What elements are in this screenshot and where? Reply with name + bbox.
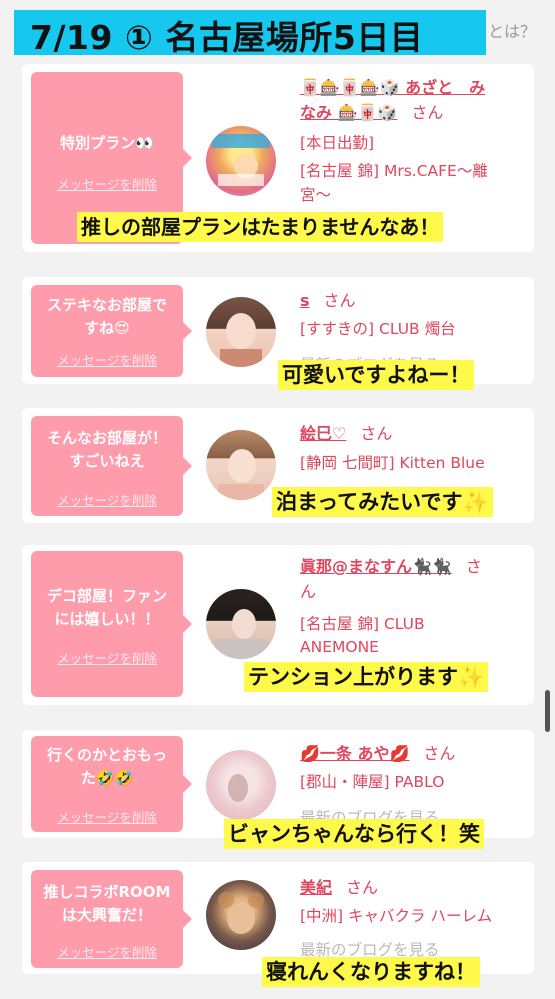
shop-name: [中洲] キャバクラ ハーレム bbox=[300, 907, 493, 925]
delete-message-link[interactable]: メッセージを削除 bbox=[31, 648, 183, 667]
bubble-text: には嬉しい！！ bbox=[54, 610, 160, 628]
honorific: さん bbox=[423, 744, 456, 763]
bubble-text: ステキなお部屋で bbox=[46, 296, 167, 314]
page-title: 7/19 ① 名古屋場所5日目 bbox=[30, 18, 424, 57]
scrollbar[interactable] bbox=[545, 690, 550, 732]
bubble-text: は大興奮だ！ bbox=[61, 906, 152, 924]
user-name-link[interactable]: 🀄🎰🀄🎰🎲 あざと み bbox=[300, 78, 485, 97]
user-name-link[interactable]: 眞那@まなすん🐈‍⬛🐈‍⬛ bbox=[300, 557, 452, 576]
message-bubble: 行くのかとおもっ た🤣🤣 メッセージを削除 bbox=[31, 736, 192, 832]
message-bubble: 推しコラボROOM は大興奮だ！ メッセージを削除 bbox=[31, 870, 192, 968]
avatar[interactable] bbox=[206, 750, 276, 820]
caption-overlay: ビャンちゃんなら行く！笑 bbox=[224, 819, 484, 849]
user-name[interactable]: s さん bbox=[300, 287, 356, 311]
bubble-text: そんなお部屋が！ bbox=[46, 429, 167, 447]
caption-overlay: 可愛いですよねー！ bbox=[278, 360, 475, 390]
user-name[interactable]: 💋一条 あや💋 さん bbox=[300, 740, 455, 764]
avatar-image bbox=[218, 892, 264, 934]
shop-name: [名古屋 錦] Mrs.CAFE〜離 bbox=[300, 162, 488, 180]
bubble-text: 推しコラボROOM bbox=[43, 883, 171, 901]
delete-message-link[interactable]: メッセージを削除 bbox=[31, 942, 183, 961]
shop-name: [すすきの] CLUB 燭台 bbox=[300, 320, 456, 338]
user-name-link[interactable]: 💋一条 あや💋 bbox=[300, 744, 409, 763]
bubble-text: すごいねえ bbox=[69, 452, 145, 470]
shop-name: 宮〜 bbox=[300, 186, 332, 204]
delete-message-link[interactable]: メッセージを削除 bbox=[31, 807, 183, 826]
shop-name: [郡山・陣屋] PABLO bbox=[300, 773, 445, 791]
avatar-image bbox=[212, 134, 270, 186]
avatar[interactable] bbox=[206, 430, 276, 500]
avatar-image bbox=[218, 449, 264, 500]
user-name[interactable]: なみ 🎰🀄🎲 さん bbox=[300, 99, 443, 123]
user-name[interactable]: 美紀 さん bbox=[300, 874, 378, 898]
user-name-link[interactable]: s bbox=[300, 291, 310, 310]
delete-message-link[interactable]: メッセージを削除 bbox=[31, 350, 183, 369]
avatar-image bbox=[220, 313, 262, 367]
shop-name: ANEMONE bbox=[300, 638, 379, 656]
delete-message-link[interactable]: メッセージを削除 bbox=[31, 490, 183, 509]
delete-message-link[interactable]: メッセージを削除 bbox=[31, 174, 183, 193]
avatar-image bbox=[214, 609, 268, 659]
message-bubble: そんなお部屋が！ すごいねえ メッセージを削除 bbox=[31, 416, 192, 516]
avatar[interactable] bbox=[206, 126, 276, 196]
user-name-link[interactable]: 絵巳♡ bbox=[300, 424, 346, 443]
honorific: さん bbox=[411, 103, 444, 122]
user-name[interactable]: 眞那@まなすん🐈‍⬛🐈‍⬛ さ bbox=[300, 553, 482, 577]
honorific: さ bbox=[465, 557, 482, 576]
bubble-text: 行くのかとおもっ bbox=[46, 746, 167, 764]
user-name-link[interactable]: なみ 🎰🀄🎲 bbox=[300, 103, 397, 122]
avatar[interactable] bbox=[206, 880, 276, 950]
work-status: [本日出勤] bbox=[300, 134, 375, 152]
caption-overlay: テンション上がります✨ bbox=[244, 662, 489, 692]
title-ghost-text: とは？ bbox=[488, 22, 537, 41]
bubble-text: デコ部屋！ファン bbox=[46, 587, 167, 605]
message-bubble: デコ部屋！ファン には嬉しい！！ メッセージを削除 bbox=[31, 551, 192, 697]
user-name-link[interactable]: 美紀 bbox=[300, 878, 332, 897]
honorific: さん bbox=[346, 878, 379, 897]
shop-name: [静岡 七間町] Kitten Blue bbox=[300, 454, 485, 472]
message-bubble: ステキなお部屋で すね😍 メッセージを削除 bbox=[31, 285, 192, 377]
caption-overlay: 泊まってみたいです✨ bbox=[272, 487, 493, 517]
bubble-text: た🤣🤣 bbox=[80, 769, 134, 787]
caption-overlay: 寝れんくなりますね！ bbox=[262, 957, 480, 987]
honorific: ん bbox=[300, 582, 317, 601]
user-name[interactable]: 🀄🎰🀄🎰🎲 あざと み bbox=[300, 74, 485, 98]
shop-name: [名古屋 錦] CLUB bbox=[300, 615, 425, 633]
user-name[interactable]: 絵巳♡ さん bbox=[300, 420, 392, 444]
avatar[interactable] bbox=[206, 297, 276, 367]
avatar-image bbox=[228, 774, 248, 802]
avatar[interactable] bbox=[206, 589, 276, 659]
caption-overlay: 推しの部屋プランはたまりませんなあ！ bbox=[77, 212, 444, 242]
bubble-text: すね😍 bbox=[84, 319, 130, 337]
honorific: さん bbox=[323, 291, 356, 310]
bubble-text: 特別プラン👀 bbox=[60, 134, 154, 152]
honorific: さん bbox=[360, 424, 393, 443]
